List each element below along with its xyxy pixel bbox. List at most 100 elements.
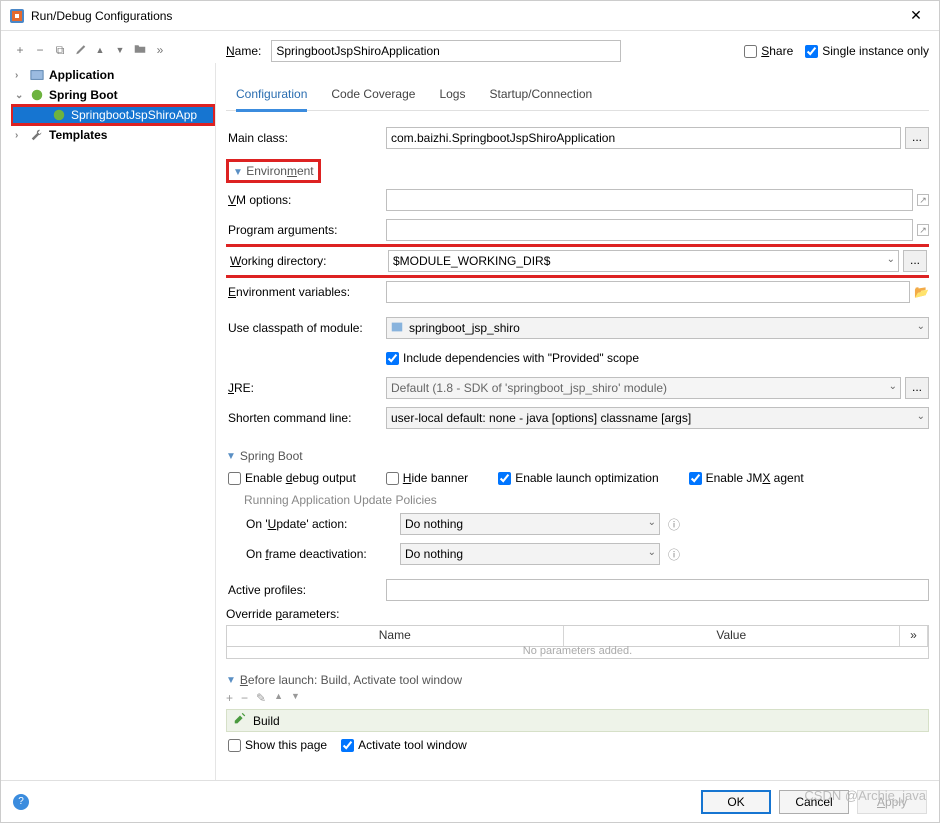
build-task-label: Build — [253, 714, 280, 728]
working-dir-input[interactable] — [388, 250, 899, 272]
vm-options-label: VM options: — [226, 193, 386, 207]
config-form: Main class: ... ▼ Environment VM options… — [226, 111, 929, 780]
enable-jmx-checkbox[interactable]: Enable JMX agent — [689, 471, 804, 485]
move-up-button[interactable]: ▲ — [93, 45, 107, 55]
more-button[interactable]: » — [153, 43, 167, 57]
tab-bar: Configuration Code Coverage Logs Startup… — [226, 81, 929, 111]
update-policies-header: Running Application Update Policies — [226, 493, 929, 507]
env-vars-input[interactable] — [386, 281, 910, 303]
chevron-right-icon: › — [15, 130, 25, 141]
working-dir-label: Working directory: — [228, 254, 388, 268]
include-provided-checkbox[interactable]: Include dependencies with "Provided" sco… — [386, 351, 639, 365]
help-button[interactable]: ? — [13, 794, 29, 810]
name-input[interactable] — [271, 40, 621, 62]
move-up-button[interactable]: ▲ — [274, 691, 283, 705]
collapse-icon: ▼ — [233, 167, 243, 178]
tab-code-coverage[interactable]: Code Coverage — [331, 81, 415, 110]
override-params-table-header: Name Value » — [226, 625, 929, 647]
config-tree[interactable]: › Application ⌄ Spring Boot — [11, 63, 216, 780]
activate-tool-window-checkbox[interactable]: Activate tool window — [341, 738, 467, 752]
collapse-icon: ▼ — [226, 675, 236, 686]
edit-task-button[interactable]: ✎ — [256, 691, 266, 705]
expand-icon[interactable]: ↗ — [917, 194, 929, 206]
dialog-window: Run/Debug Configurations ✕ + − ⧉ ▲ ▼ » — [0, 0, 940, 823]
tree-node-templates[interactable]: › Templates — [11, 125, 215, 145]
tab-logs[interactable]: Logs — [439, 81, 465, 110]
program-args-label: Program arguments: — [226, 223, 386, 237]
program-args-input[interactable] — [386, 219, 913, 241]
dialog-footer: ? OK Cancel Apply — [1, 780, 939, 822]
tree-node-selected-config[interactable]: SpringbootJspShiroApp — [11, 105, 215, 125]
cancel-button[interactable]: Cancel — [779, 790, 849, 814]
show-this-page-checkbox[interactable]: Show this page — [228, 738, 327, 752]
main-class-input[interactable] — [386, 127, 901, 149]
on-frame-label: On frame deactivation: — [244, 547, 400, 561]
tree-label: Application — [49, 68, 114, 82]
env-vars-label: Environment variables: — [226, 285, 386, 299]
on-update-label: On 'Update' action: — [244, 517, 400, 531]
ok-button[interactable]: OK — [701, 790, 771, 814]
enable-launch-opt-checkbox[interactable]: Enable launch optimization — [498, 471, 658, 485]
jre-select[interactable]: ⌄ — [386, 377, 901, 399]
spring-boot-section-header[interactable]: ▼ Spring Boot — [226, 449, 929, 463]
wrench-icon — [29, 127, 45, 143]
application-icon — [29, 67, 45, 83]
remove-config-button[interactable]: − — [33, 43, 47, 57]
copy-config-button[interactable]: ⧉ — [53, 43, 67, 58]
remove-task-button[interactable]: − — [241, 691, 248, 705]
add-config-button[interactable]: + — [13, 43, 27, 57]
build-task-row[interactable]: Build — [226, 709, 929, 732]
window-title: Run/Debug Configurations — [31, 9, 172, 23]
vm-options-input[interactable] — [386, 189, 913, 211]
collapse-icon: ▼ — [226, 451, 236, 462]
move-down-button[interactable]: ▼ — [291, 691, 300, 705]
tree-node-application[interactable]: › Application — [11, 65, 215, 85]
chevron-down-icon: ⌄ — [15, 90, 25, 101]
spring-icon — [51, 107, 67, 123]
right-panel: Name: Share Single instance only Configu… — [226, 37, 929, 780]
name-label: Name: — [226, 44, 261, 58]
spring-icon — [29, 87, 45, 103]
on-update-select[interactable]: ⌄ — [400, 513, 660, 535]
edit-defaults-button[interactable] — [73, 43, 87, 58]
left-panel: + − ⧉ ▲ ▼ » › Applicatio — [11, 37, 216, 780]
main-class-browse-button[interactable]: ... — [905, 127, 929, 149]
share-checkbox[interactable]: Share — [744, 44, 793, 58]
tree-label: Templates — [49, 128, 107, 142]
single-instance-checkbox[interactable]: Single instance only — [805, 44, 929, 58]
jre-browse-button[interactable]: ... — [905, 377, 929, 399]
hide-banner-checkbox[interactable]: Hide banner — [386, 471, 468, 485]
col-value: Value — [564, 626, 901, 646]
folder-open-icon[interactable]: 📂 — [914, 285, 929, 299]
before-launch-header[interactable]: ▼ Before launch: Build, Activate tool wi… — [226, 673, 929, 687]
active-profiles-label: Active profiles: — [226, 583, 386, 597]
name-row: Name: Share Single instance only — [226, 37, 929, 65]
classpath-label: Use classpath of module: — [226, 321, 386, 335]
before-launch-toolbar: + − ✎ ▲ ▼ — [226, 691, 929, 705]
on-frame-select[interactable]: ⌄ — [400, 543, 660, 565]
tree-toolbar: + − ⧉ ▲ ▼ » — [11, 37, 216, 63]
working-dir-combo[interactable]: ⌄ — [388, 250, 899, 272]
close-button[interactable]: ✕ — [901, 7, 931, 24]
expand-icon[interactable]: ↗ — [917, 224, 929, 236]
jre-label: JRE: — [226, 381, 386, 395]
tree-node-spring-boot[interactable]: ⌄ Spring Boot — [11, 85, 215, 105]
titlebar: Run/Debug Configurations ✕ — [1, 1, 939, 31]
col-more-button[interactable]: » — [900, 626, 928, 646]
active-profiles-input[interactable] — [386, 579, 929, 601]
environment-section-header[interactable]: ▼ Environment — [226, 159, 929, 183]
working-dir-browse-button[interactable]: ... — [903, 250, 927, 272]
help-icon[interactable]: ⓘ — [668, 546, 680, 563]
classpath-module-select[interactable]: ⌄ — [386, 317, 929, 339]
enable-debug-checkbox[interactable]: Enable debug output — [228, 471, 356, 485]
tab-configuration[interactable]: Configuration — [236, 81, 307, 112]
shorten-cmd-select[interactable]: ⌄ — [386, 407, 929, 429]
move-down-button[interactable]: ▼ — [113, 45, 127, 55]
table-empty-text: No parameters added. — [227, 645, 928, 657]
help-icon[interactable]: ⓘ — [668, 516, 680, 533]
add-task-button[interactable]: + — [226, 691, 233, 705]
module-icon — [390, 320, 404, 337]
tab-startup-connection[interactable]: Startup/Connection — [489, 81, 592, 110]
apply-button[interactable]: Apply — [857, 790, 927, 814]
folder-button[interactable] — [133, 43, 147, 58]
